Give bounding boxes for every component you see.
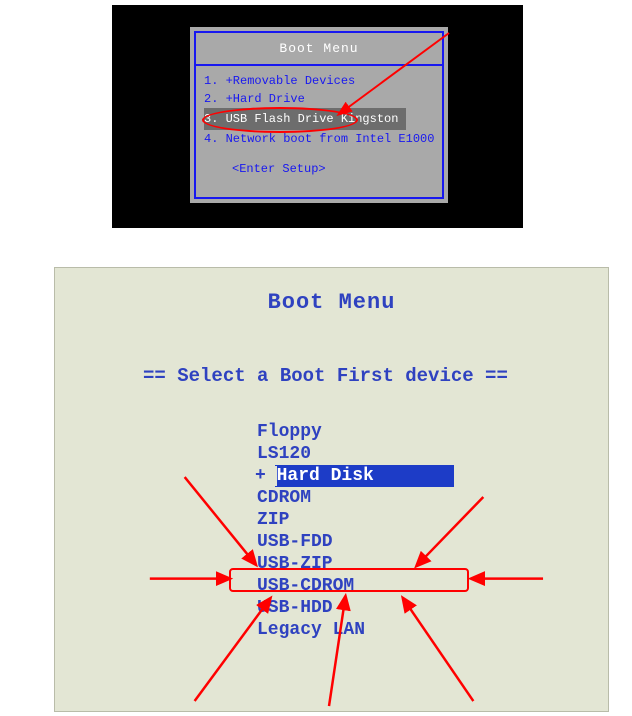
boot-item-usb-hdd[interactable]: USB-HDD	[257, 598, 333, 618]
boot-item-cdrom[interactable]: CDROM	[257, 488, 311, 508]
bios2-subtitle: == Select a Boot First device ==	[55, 365, 608, 387]
bios-screenshot-bottom: Boot Menu == Select a Boot First device …	[54, 267, 609, 712]
annotation-oval	[202, 107, 358, 133]
bios-title: Boot Menu	[196, 33, 442, 66]
boot-menu-list-bottom: Floppy LS120 +Hard Disk CDROM ZIP USB-FD…	[55, 421, 608, 641]
bios2-title: Boot Menu	[55, 268, 608, 315]
boot-item-ls120[interactable]: LS120	[257, 444, 311, 464]
boot-item-network[interactable]: 4. Network boot from Intel E1000	[204, 130, 442, 148]
boot-item-usb-fdd[interactable]: USB-FDD	[257, 532, 333, 552]
boot-item-hard-disk[interactable]: Hard Disk	[275, 465, 454, 487]
boot-item-removable[interactable]: 1. +Removable Devices	[204, 72, 442, 90]
boot-item-hard-drive[interactable]: 2. +Hard Drive	[204, 90, 442, 108]
boot-item-floppy[interactable]: Floppy	[257, 422, 322, 442]
boot-item-legacy-lan[interactable]: Legacy LAN	[257, 620, 365, 640]
enter-setup-link[interactable]: <Enter Setup>	[204, 160, 442, 178]
boot-item-zip[interactable]: ZIP	[257, 510, 289, 530]
annotation-rect	[229, 568, 469, 592]
bios-screenshot-top: Boot Menu 1. +Removable Devices 2. +Hard…	[112, 5, 523, 228]
